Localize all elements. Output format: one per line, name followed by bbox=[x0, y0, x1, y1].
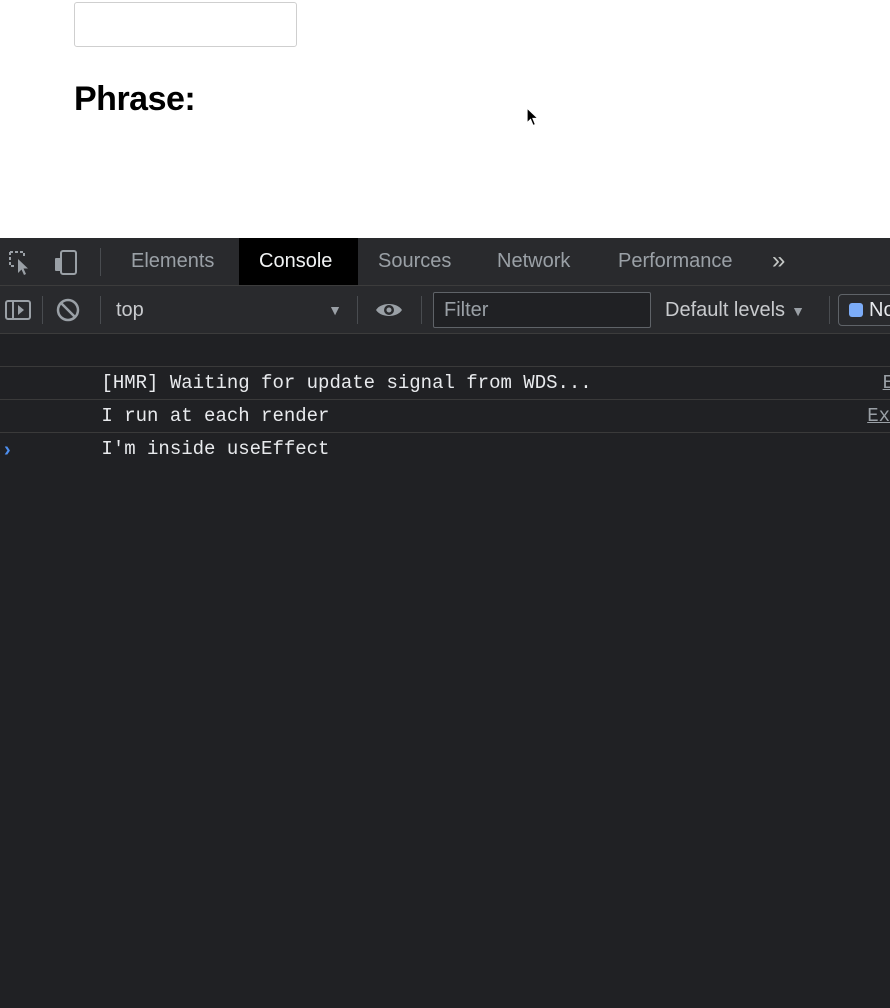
toolbar-divider bbox=[100, 248, 101, 276]
tab-network[interactable]: Network bbox=[477, 238, 590, 285]
web-page: Phrase: bbox=[0, 0, 890, 238]
console-filter-input[interactable] bbox=[433, 292, 651, 328]
live-expression-eye-icon[interactable] bbox=[375, 296, 403, 324]
console-message-source-link[interactable]: E bbox=[883, 367, 890, 400]
more-tabs-chevron-icon[interactable]: » bbox=[772, 249, 796, 274]
issues-chat-icon bbox=[849, 303, 863, 317]
devtools-tab-bar: Elements Console Sources Network Perform… bbox=[0, 238, 890, 286]
log-levels-dropdown[interactable]: Default levels ▼ bbox=[665, 296, 805, 324]
console-message: I run at each render E bbox=[0, 367, 890, 427]
tab-console[interactable]: Console bbox=[239, 238, 358, 285]
mouse-pointer-icon bbox=[526, 107, 540, 127]
issues-button[interactable]: No Issues bbox=[838, 294, 890, 326]
issues-label: No Issues bbox=[869, 299, 890, 321]
console-message-source-link[interactable]: Ex bbox=[867, 400, 890, 433]
prompt-chevron-icon: › bbox=[4, 439, 11, 461]
tab-performance[interactable]: Performance bbox=[598, 238, 753, 285]
console-messages: [HMR] Waiting for update signal from WDS… bbox=[0, 334, 890, 469]
toolbar-divider bbox=[421, 296, 422, 324]
show-sidebar-icon[interactable] bbox=[4, 296, 32, 324]
phrase-input[interactable] bbox=[74, 2, 297, 47]
device-toolbar-icon[interactable] bbox=[52, 248, 80, 276]
phrase-heading: Phrase: bbox=[74, 80, 196, 118]
js-context-select[interactable]: top ▼ bbox=[116, 296, 346, 324]
log-levels-label: Default levels bbox=[665, 299, 786, 321]
devtools-panel: Elements Console Sources Network Perform… bbox=[0, 238, 890, 1008]
console-prompt[interactable]: › bbox=[0, 433, 890, 469]
toolbar-divider bbox=[829, 296, 830, 324]
console-message: [HMR] Waiting for update signal from WDS… bbox=[0, 334, 890, 394]
tab-elements[interactable]: Elements bbox=[111, 238, 234, 285]
inspect-element-icon[interactable] bbox=[6, 248, 34, 276]
dropdown-arrow-icon: ▼ bbox=[791, 303, 805, 319]
console-message: I'm inside useEffect Ex bbox=[0, 400, 890, 460]
context-value: top bbox=[116, 299, 144, 321]
clear-console-icon[interactable] bbox=[54, 296, 82, 324]
toolbar-divider bbox=[42, 296, 43, 324]
dropdown-arrow-icon: ▼ bbox=[328, 302, 342, 318]
console-toolbar: top ▼ Default levels ▼ No Issues bbox=[0, 286, 890, 334]
toolbar-divider bbox=[100, 296, 101, 324]
tab-sources[interactable]: Sources bbox=[358, 238, 471, 285]
toolbar-divider bbox=[357, 296, 358, 324]
